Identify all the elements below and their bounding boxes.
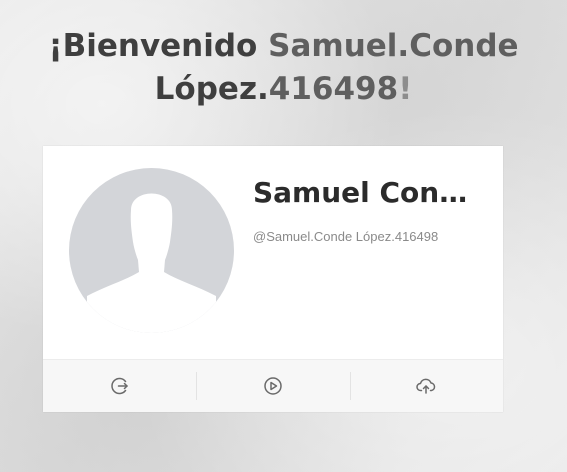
welcome-username-part1: Samuel.Conde — [268, 28, 519, 64]
welcome-exclamation: ! — [398, 71, 413, 107]
profile-handle: @Samuel.Conde López.416498 — [253, 229, 439, 244]
welcome-line-1: ¡Bienvenido Samuel.Conde — [0, 25, 567, 68]
logout-button[interactable] — [43, 360, 196, 412]
cloud-upload-icon — [416, 378, 436, 394]
welcome-username-number: 416498 — [268, 71, 399, 107]
avatar[interactable] — [69, 168, 234, 333]
welcome-greeting: ¡Bienvenido — [48, 28, 258, 64]
upload-button[interactable] — [349, 360, 503, 412]
logout-icon — [110, 377, 128, 395]
card-action-bar — [43, 359, 503, 412]
welcome-heading: ¡Bienvenido Samuel.Conde López.416498! — [0, 25, 567, 111]
play-button[interactable] — [196, 360, 349, 412]
user-silhouette-icon — [87, 193, 216, 333]
welcome-username-part2: López. — [154, 71, 269, 107]
profile-card: Samuel Cond... @Samuel.Conde López.41649… — [43, 146, 503, 412]
play-circle-icon — [264, 377, 282, 395]
welcome-line-2: López.416498! — [0, 68, 567, 111]
profile-display-name: Samuel Cond... — [253, 176, 483, 209]
